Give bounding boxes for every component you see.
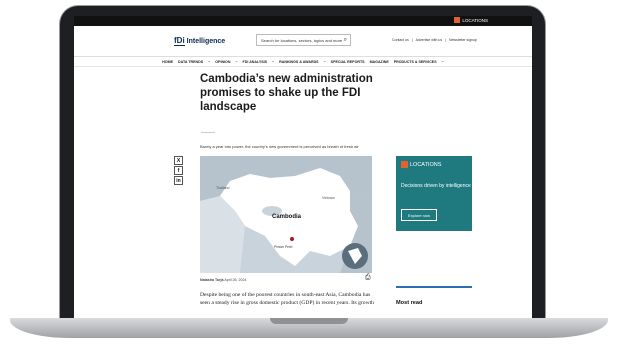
link-divider: |: [411, 38, 413, 42]
top-bar: LOCATIONS: [74, 16, 532, 26]
nav-item-special-reports[interactable]: SPECIAL REPORTS: [331, 60, 365, 64]
chevron-down-icon[interactable]: ~: [324, 60, 326, 64]
map-label-thailand: Thailand: [216, 186, 230, 190]
chevron-down-icon[interactable]: ~: [208, 60, 210, 64]
nav-item-rankings[interactable]: RANKINGS & AWARDS: [279, 60, 318, 64]
article-body: Despite being one of the poorest countri…: [200, 292, 374, 306]
logo-mark: fDi: [174, 36, 185, 46]
locations-label: LOCATIONS: [462, 17, 488, 23]
search-input[interactable]: Search for locations, sectors, topics an…: [256, 34, 351, 46]
nav-item-fdi-analysis[interactable]: FDI ANALYSIS: [243, 60, 268, 64]
newsletter-link[interactable]: Newsletter signup: [449, 38, 477, 42]
browser-screen: LOCATIONS fDi Intelligence Search for lo…: [74, 16, 532, 318]
link-divider: |: [445, 38, 447, 42]
locations-logo-icon: [454, 17, 461, 23]
x-share-icon[interactable]: X: [174, 156, 183, 165]
promo-text: Decisions driven by intelligence: [401, 183, 471, 189]
chevron-down-icon[interactable]: ~: [442, 60, 444, 64]
locations-promo[interactable]: LOCATIONS Decisions driven by intelligen…: [396, 156, 472, 231]
sidebar-divider: [396, 286, 472, 288]
promo-logo-text: LOCATIONS: [410, 161, 442, 168]
map-label-capital: Phnom Penh: [274, 245, 293, 249]
byline-date: April 26, 2024: [224, 278, 247, 282]
chevron-down-icon[interactable]: ~: [235, 60, 237, 64]
promo-logo: LOCATIONS: [401, 161, 441, 168]
site-header: fDi Intelligence Search for locations, s…: [74, 26, 532, 57]
article-map-image: Cambodia Thailand Vietnam Phnom Penh: [200, 156, 372, 273]
nav-item-opinion[interactable]: OPINION: [215, 60, 230, 64]
standfirst: Barely a year into power, the country’s …: [200, 144, 359, 149]
linkedin-share-icon[interactable]: in: [174, 176, 183, 185]
site-logo[interactable]: fDi Intelligence: [174, 36, 225, 46]
social-share: X f in: [174, 156, 183, 185]
logo-text: Intelligence: [186, 37, 226, 45]
map-label-cambodia: Cambodia: [272, 214, 302, 220]
byline: Natasha Turja April 26, 2024: [200, 278, 247, 282]
most-read-heading: Most read: [396, 300, 423, 306]
page-title: Cambodia’s new administration promises t…: [200, 73, 373, 113]
byline-author[interactable]: Natasha Turja: [200, 278, 224, 282]
explore-now-button[interactable]: Explore now: [401, 209, 437, 221]
facebook-share-icon[interactable]: f: [174, 166, 183, 175]
chevron-down-icon[interactable]: ~: [272, 60, 274, 64]
contact-link[interactable]: Contact us: [392, 38, 409, 42]
nav-item-data-trends[interactable]: DATA TRENDS: [178, 60, 203, 64]
title-divider: [201, 132, 215, 133]
nav-item-home[interactable]: HOME: [162, 60, 173, 64]
advertise-link[interactable]: Advertise with us: [416, 38, 442, 42]
search-placeholder: Search for locations, sectors, topics an…: [261, 38, 343, 43]
laptop-notch: [270, 318, 348, 324]
nav-item-magazine[interactable]: MAGAZINE: [370, 60, 389, 64]
print-icon[interactable]: ⎙: [365, 274, 371, 282]
map-label-vietnam: Vietnam: [322, 196, 335, 200]
search-icon[interactable]: ⌕: [344, 37, 347, 44]
main-nav: HOME DATA TRENDS ~ OPINION ~ FDI ANALYSI…: [74, 57, 532, 67]
header-links: Contact us | Advertise with us | Newslet…: [392, 38, 477, 42]
locations-badge[interactable]: LOCATIONS: [454, 17, 488, 23]
nav-item-products[interactable]: PRODUCTS & SERVICES: [394, 60, 437, 64]
promo-logo-icon: [401, 161, 408, 168]
